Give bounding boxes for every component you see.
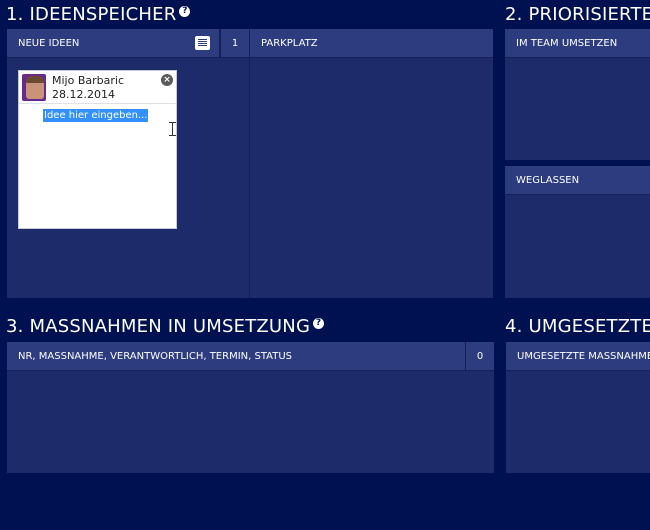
card-date: 28.12.2014 xyxy=(52,88,115,101)
column-divider xyxy=(249,29,250,298)
section-title-ideas: 1. IDEENSPEICHER? xyxy=(6,4,191,25)
column-header-implemented: UMGESETZTE MASSNAHMEN xyxy=(506,342,650,371)
column-header-team: IM TEAM UMSETZEN xyxy=(505,29,650,58)
column-header-new-ideas: NEUE IDEEN 1 xyxy=(7,29,249,58)
section-title-prioritized: 2. PRIORISIERTE xyxy=(505,4,650,25)
measures-panel: NR, MASSNAHME, VERANTWORTLICH, TERMIN, S… xyxy=(7,342,494,473)
ideas-panel: NEUE IDEEN 1 PARKPLATZ Mijo Barbaric 28.… xyxy=(7,29,493,298)
column-label: PARKPLATZ xyxy=(261,38,318,49)
close-icon[interactable]: × xyxy=(161,74,173,86)
omit-panel: WEGLASSEN xyxy=(505,166,650,298)
section-title-measures: 3. MASSNAHMEN IN UMSETZUNG? xyxy=(6,316,325,337)
team-panel: IM TEAM UMSETZEN xyxy=(505,29,650,160)
idea-input[interactable]: Idee hier eingeben... xyxy=(43,109,149,122)
column-label: NEUE IDEEN xyxy=(18,38,80,49)
column-label: WEGLASSEN xyxy=(516,175,580,186)
column-count: 1 xyxy=(220,29,249,57)
help-icon[interactable]: ? xyxy=(313,318,325,329)
list-icon[interactable] xyxy=(195,36,210,50)
column-header-omit: WEGLASSEN xyxy=(505,166,650,195)
column-label: NR, MASSNAHME, VERANTWORTLICH, TERMIN, S… xyxy=(18,351,293,362)
implemented-panel: UMGESETZTE MASSNAHMEN xyxy=(506,342,650,473)
section-title-implemented: 4. UMGESETZTE xyxy=(505,316,650,337)
kanban-board: { "sections": { "ideas": { "title": "1. … xyxy=(0,0,650,530)
column-count: 0 xyxy=(465,342,494,370)
help-icon[interactable]: ? xyxy=(179,6,191,17)
column-header-parking: PARKPLATZ xyxy=(250,29,493,58)
avatar xyxy=(22,74,46,101)
header-divider xyxy=(219,29,220,58)
card-author: Mijo Barbaric xyxy=(52,74,124,87)
idea-card[interactable]: Mijo Barbaric 28.12.2014 × Idee hier ein… xyxy=(18,70,177,229)
text-cursor-icon xyxy=(169,122,176,136)
column-label: UMGESETZTE MASSNAHMEN xyxy=(517,351,650,362)
column-header-measures: NR, MASSNAHME, VERANTWORTLICH, TERMIN, S… xyxy=(7,342,494,371)
card-header: Mijo Barbaric 28.12.2014 × xyxy=(19,71,176,104)
column-label: IM TEAM UMSETZEN xyxy=(516,38,618,49)
